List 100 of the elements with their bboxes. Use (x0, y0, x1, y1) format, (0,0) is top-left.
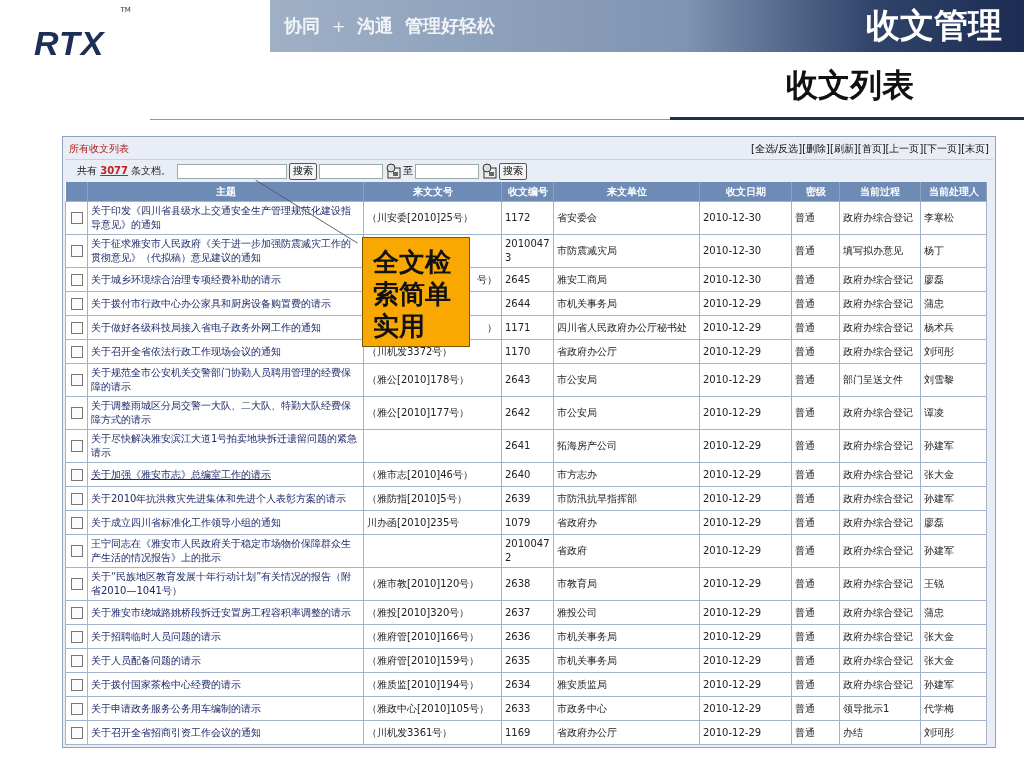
date-cell-text: 2010-12-30 (703, 211, 763, 225)
sender-cell-text: 市政务中心 (557, 701, 608, 716)
action-link[interactable]: [下一页] (923, 142, 962, 156)
row-checkbox[interactable] (70, 407, 83, 419)
action-link[interactable]: [全选/反选] (750, 142, 803, 156)
date-cell-text: 2010-12-30 (703, 272, 763, 287)
row-checkbox[interactable] (70, 702, 83, 715)
row-checkbox[interactable] (70, 468, 83, 481)
handler-cell-text: 刘珂彤 (924, 725, 955, 740)
row-checkbox[interactable] (70, 245, 83, 257)
doc-number-cell-text: （川机发3361号） (367, 725, 454, 740)
calendar-icon[interactable] (385, 163, 402, 179)
doc-number-cell-text: （雅公[2010]178号） (367, 373, 471, 387)
action-link[interactable]: [首页] (857, 142, 886, 156)
receipt-number-cell-text: 2645 (505, 272, 532, 287)
receipt-number-cell: 20100472 (505, 537, 550, 565)
row-checkbox[interactable] (70, 726, 83, 739)
date-cell-text: 2010-12-29 (703, 344, 763, 359)
sender-cell-text: 市机关事务局 (557, 629, 618, 644)
date-cell-text: 2010-12-29 (703, 605, 763, 620)
calendar-icon[interactable] (481, 163, 498, 179)
security-level-cell-text: 普通 (795, 467, 816, 482)
security-level-cell-text: 普通 (795, 272, 816, 287)
date-cell-text: 2010-12-29 (703, 677, 763, 692)
callout-note: 全文检索简单实用 (362, 237, 470, 347)
process-cell-text: 政府办综合登记 (843, 629, 914, 644)
sender-cell-text: 市公安局 (557, 406, 598, 420)
handler-cell-text: 李寒松 (924, 211, 955, 225)
process-cell-text: 政府办综合登记 (843, 544, 914, 558)
handler-cell-text: 蒲忠 (924, 296, 945, 311)
date-cell-text: 2010-12-29 (703, 320, 763, 335)
process-cell-text: 政府办综合登记 (843, 577, 914, 591)
action-link[interactable]: [刷新] (829, 142, 858, 156)
row-checkbox[interactable] (70, 212, 83, 224)
sender-cell-text: 市公安局 (557, 373, 598, 387)
handler-cell-text: 孙建军 (924, 544, 955, 558)
sender-cell-text: 省政府 (557, 544, 588, 558)
date-cell-text: 2010-12-29 (703, 491, 763, 506)
row-checkbox[interactable] (70, 630, 83, 643)
date-from-field[interactable] (319, 163, 384, 179)
security-level-cell-text: 普通 (795, 211, 816, 225)
action-link[interactable]: [上一页] (885, 142, 924, 156)
sender-cell-text: 省政府办公厅 (557, 344, 618, 359)
search-button[interactable]: 搜索 (289, 162, 318, 180)
row-checkbox[interactable] (70, 678, 83, 691)
handler-cell-text: 廖磊 (924, 515, 945, 530)
sender-cell-text: 雅投公司 (557, 605, 598, 620)
receipt-number-cell-text: 2638 (505, 577, 532, 591)
process-cell-text: 填写拟办意见 (843, 244, 904, 258)
security-level-cell-text: 普通 (795, 491, 816, 506)
action-link[interactable]: [删除] (802, 142, 830, 156)
row-checkbox[interactable] (70, 374, 83, 386)
security-level-cell-text: 普通 (795, 653, 816, 668)
handler-cell-text: 杨术兵 (924, 320, 955, 335)
sender-cell-text: 省安委会 (557, 211, 598, 225)
receipt-number-cell-text: 2644 (505, 296, 532, 311)
handler-cell-text: 王锐 (924, 577, 945, 591)
doc-number-cell-text: （雅府管[2010]166号） (367, 629, 481, 644)
doc-number-cell-text: （雅质监[2010]194号） (367, 677, 481, 692)
row-checkbox[interactable] (70, 345, 83, 358)
receipt-number-cell-text: 2635 (505, 653, 532, 668)
row-checkbox[interactable] (70, 492, 83, 505)
date-cell-text: 2010-12-29 (703, 653, 763, 668)
row-checkbox[interactable] (70, 578, 83, 590)
sender-cell-text: 雅安质监局 (557, 677, 608, 692)
row-checkbox[interactable] (70, 545, 83, 557)
search-button[interactable]: 搜索 (499, 162, 528, 180)
panel-title: 所有收文列表 (69, 142, 129, 156)
doc-number-cell-text: （雅政中心[2010]105号） (367, 701, 491, 716)
date-cell-text: 2010-12-29 (703, 701, 763, 716)
slogan-text: 沟通 (357, 14, 394, 38)
sender-cell-text: 四川省人民政府办公厅秘书处 (557, 320, 688, 335)
handler-cell-text: 代学梅 (924, 701, 955, 716)
process-cell-text: 政府办综合登记 (843, 439, 914, 453)
sender-cell-text: 省政府办 (557, 515, 598, 530)
row-checkbox[interactable] (70, 273, 83, 286)
receipt-number-cell-text: 2641 (505, 439, 532, 453)
row-checkbox[interactable] (70, 440, 83, 452)
row-checkbox[interactable] (70, 654, 83, 667)
row-checkbox[interactable] (70, 516, 83, 529)
row-checkbox[interactable] (70, 297, 83, 310)
row-checkbox[interactable] (70, 606, 83, 619)
section-title: 收文列表 (786, 65, 914, 106)
security-level-cell-text: 普通 (795, 515, 816, 530)
process-cell-text: 政府办综合登记 (843, 296, 914, 311)
handler-cell-text: 孙建军 (924, 677, 955, 692)
process-cell-text: 政府办综合登记 (843, 605, 914, 620)
handler-cell-text: 张大金 (924, 653, 955, 668)
search-field[interactable] (177, 163, 288, 179)
sender-cell-text: 市方志办 (557, 467, 598, 482)
action-link[interactable]: [末页] (961, 142, 989, 156)
row-checkbox[interactable] (70, 321, 83, 334)
doc-number-cell-text: （雅公[2010]177号） (367, 406, 471, 420)
process-cell-text: 办结 (843, 725, 864, 740)
security-level-cell-text: 普通 (795, 725, 816, 740)
date-to-field[interactable] (415, 163, 480, 179)
document-count: 共有 3077 条文档。 (77, 164, 172, 178)
receipt-number-cell: 20100473 (505, 237, 550, 265)
process-cell-text: 政府办综合登记 (843, 677, 914, 692)
process-cell-text: 政府办综合登记 (843, 272, 914, 287)
